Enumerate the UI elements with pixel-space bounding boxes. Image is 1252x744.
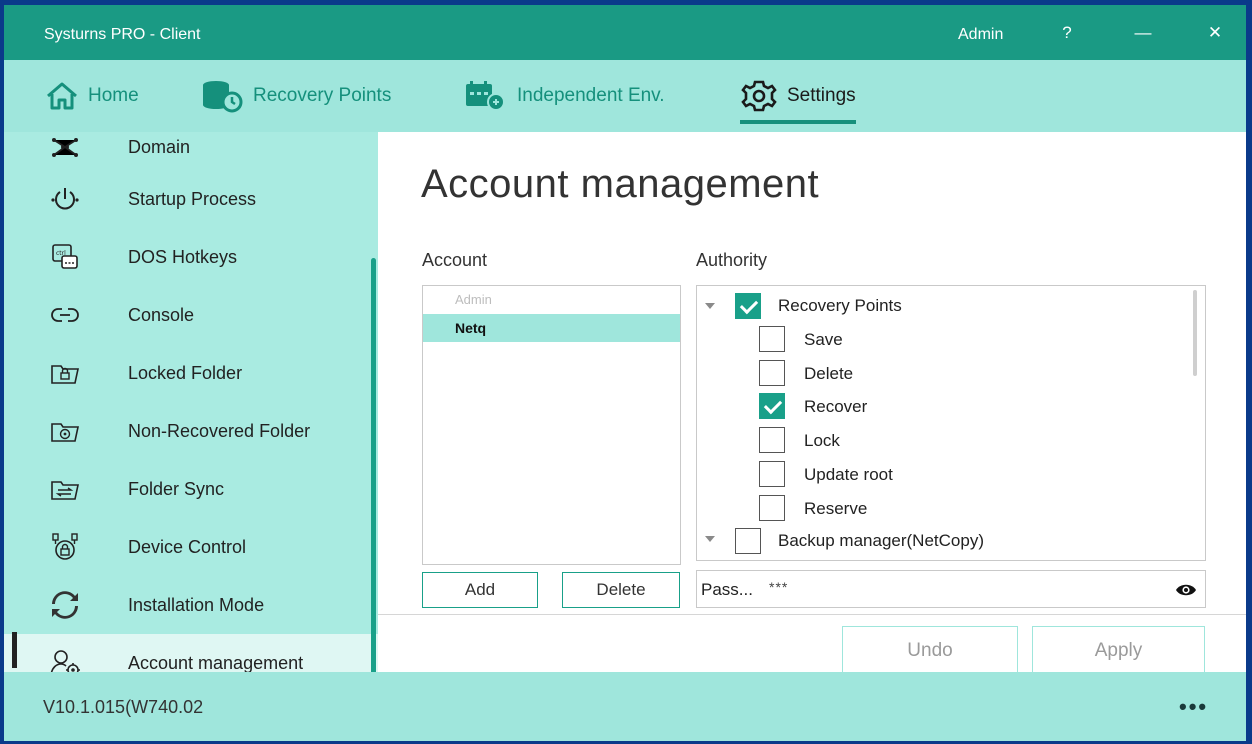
keyboard-icon: ctrl <box>48 242 82 272</box>
tab-home[interactable]: Home <box>45 60 139 132</box>
tree-item-label: Update root <box>804 465 893 484</box>
sidebar-item-label: Locked Folder <box>128 362 243 383</box>
power-icon <box>48 184 82 214</box>
page-title: Account management <box>421 162 820 206</box>
password-label: Pass... <box>701 580 753 599</box>
calendar-icon <box>464 80 508 112</box>
sidebar-item-label: Folder Sync <box>128 478 225 499</box>
tree-item-reserve[interactable]: Reserve <box>697 491 1187 525</box>
user-name[interactable]: Admin <box>958 26 1003 44</box>
device-control-icon <box>48 532 82 562</box>
recovery-points-checkbox[interactable] <box>735 293 761 319</box>
sidebar-item-label: Console <box>128 304 195 325</box>
sidebar-item-device-control[interactable]: Device Control <box>4 518 378 576</box>
non-recovered-folder-icon <box>48 416 82 446</box>
home-icon <box>45 81 79 111</box>
title-bar: Systurns PRO - Client Admin ? — ✕ <box>4 5 1246 60</box>
tab-recovery-points-label: Recovery Points <box>253 85 392 106</box>
active-indicator <box>12 632 17 668</box>
sidebar-item-label: Non-Recovered Folder <box>128 420 311 441</box>
tree-item-recover[interactable]: Recover <box>697 389 1187 423</box>
sidebar-item-label: DOS Hotkeys <box>128 246 238 267</box>
sidebar-item-dos-hotkeys[interactable]: ctrl DOS Hotkeys <box>4 228 378 286</box>
authority-column-label: Authority <box>696 250 768 270</box>
sidebar-item-non-recovered-folder[interactable]: Non-Recovered Folder <box>4 402 378 460</box>
tree-group-backup-manager[interactable]: Backup manager(NetCopy) <box>697 525 1187 559</box>
settings-sidebar: Domain Startup Process ctrl DOS Hotkeys … <box>4 132 378 672</box>
main-nav: Home Recovery Points Independent Env. Se… <box>4 60 1246 132</box>
list-item[interactable]: Netq <box>423 314 680 342</box>
tree-item-lock[interactable]: Lock <box>697 423 1187 457</box>
expand-arrow-icon[interactable] <box>705 303 715 309</box>
tree-item-label: Reserve <box>804 499 868 518</box>
sidebar-item-startup-process[interactable]: Startup Process <box>4 170 378 228</box>
window-title: Systurns PRO - Client <box>44 26 201 43</box>
tree-item-label: Lock <box>804 431 840 450</box>
tab-settings-label: Settings <box>787 85 856 106</box>
sidebar-item-locked-folder[interactable]: Locked Folder <box>4 344 378 402</box>
link-icon <box>48 300 82 330</box>
tab-home-label: Home <box>88 85 139 106</box>
tab-independent-env[interactable]: Independent Env. <box>464 60 665 132</box>
authority-scrollbar[interactable] <box>1193 290 1197 376</box>
version-label: V10.1.015(W740.02 <box>43 697 204 717</box>
minimize-button[interactable]: — <box>1125 19 1161 47</box>
sidebar-item-folder-sync[interactable]: Folder Sync <box>4 460 378 518</box>
tree-group-label: Backup manager(NetCopy) <box>778 531 984 550</box>
list-item[interactable]: Admin <box>423 286 680 314</box>
tree-item-save[interactable]: Save <box>697 322 1187 356</box>
tree-item-delete[interactable]: Delete <box>697 356 1187 390</box>
help-button[interactable]: ? <box>1049 19 1085 47</box>
sidebar-scrollbar[interactable] <box>371 258 376 672</box>
divider <box>378 614 1246 615</box>
folder-sync-icon <box>48 474 82 504</box>
gear-icon <box>740 79 778 113</box>
more-options-button[interactable]: ••• <box>1179 694 1208 720</box>
sidebar-item-installation-mode[interactable]: Installation Mode <box>4 576 378 634</box>
locked-folder-icon <box>48 358 82 388</box>
delete-checkbox[interactable] <box>759 360 785 386</box>
save-checkbox[interactable] <box>759 326 785 352</box>
recover-checkbox[interactable] <box>759 393 785 419</box>
eye-icon[interactable] <box>1175 579 1197 601</box>
sidebar-item-console[interactable]: Console <box>4 286 378 344</box>
undo-button[interactable]: Undo <box>842 626 1018 676</box>
password-value[interactable]: *** <box>769 579 788 595</box>
tree-group-recovery-points[interactable]: Recovery Points <box>697 289 1187 323</box>
lock-checkbox[interactable] <box>759 427 785 453</box>
sidebar-item-label: Startup Process <box>128 188 257 209</box>
sidebar-item-account-management[interactable]: Account management <box>4 634 378 672</box>
apply-button[interactable]: Apply <box>1032 626 1205 676</box>
tab-settings[interactable]: Settings <box>740 60 856 132</box>
network-icon <box>48 132 82 162</box>
sidebar-item-label: Installation Mode <box>128 594 265 615</box>
installation-mode-icon <box>48 590 82 620</box>
app-window: Systurns PRO - Client Admin ? — ✕ Home R… <box>4 5 1246 741</box>
tab-recovery-points[interactable]: Recovery Points <box>200 60 391 132</box>
close-button[interactable]: ✕ <box>1197 19 1233 47</box>
tree-group-label: Recovery Points <box>778 296 902 315</box>
tree-item-label: Recover <box>804 397 868 416</box>
tree-item-label: Delete <box>804 364 854 383</box>
tree-item-update-root[interactable]: Update root <box>697 457 1187 491</box>
add-account-button[interactable]: Add <box>422 572 538 608</box>
update-root-checkbox[interactable] <box>759 461 785 487</box>
backup-manager-checkbox[interactable] <box>735 528 761 554</box>
account-management-panel: Account management Account Authority Adm… <box>378 132 1246 676</box>
status-bar: V10.1.015(W740.02 ••• <box>4 672 1246 741</box>
tree-item-label: Save <box>804 330 843 349</box>
account-gear-icon <box>48 648 82 672</box>
recovery-points-icon <box>200 79 244 113</box>
expand-arrow-icon[interactable] <box>705 536 715 542</box>
sidebar-item-label: Domain <box>128 136 191 157</box>
reserve-checkbox[interactable] <box>759 495 785 521</box>
account-column-label: Account <box>422 250 488 270</box>
sidebar-item-label: Account management <box>128 652 304 673</box>
account-list[interactable]: Admin Netq <box>422 285 681 565</box>
authority-tree: Recovery Points Save Delete Recover Lock… <box>696 285 1206 561</box>
delete-account-button[interactable]: Delete <box>562 572 680 608</box>
tab-independent-env-label: Independent Env. <box>517 85 665 106</box>
password-field[interactable]: Pass... *** <box>696 570 1206 608</box>
sidebar-item-label: Device Control <box>128 536 247 557</box>
